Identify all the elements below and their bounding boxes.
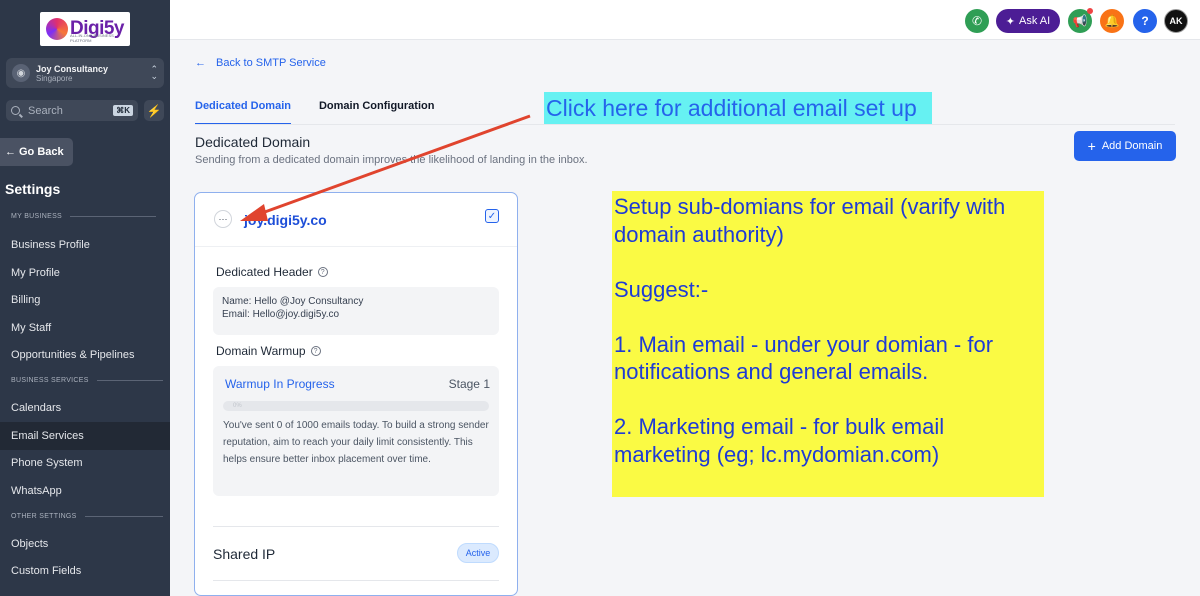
sidebar-item-business-profile[interactable]: Business Profile <box>0 231 170 259</box>
annotation-note: Setup sub-domians for email (varify with… <box>612 191 1044 497</box>
back-to-smtp-link[interactable]: ← Back to SMTP Service <box>195 57 326 69</box>
email-label: Email: <box>222 309 250 320</box>
back-link-label: Back to SMTP Service <box>216 57 326 69</box>
sidebar-item-objects[interactable]: Objects <box>0 530 170 558</box>
phone-button[interactable]: ✆ <box>965 9 989 33</box>
add-domain-button[interactable]: + Add Domain <box>1074 131 1176 161</box>
section-label-text: BUSINESS SERVICES <box>11 377 89 384</box>
ellipsis-icon: ··· <box>218 214 228 224</box>
tab-divider <box>195 124 1175 125</box>
info-icon[interactable]: ? <box>310 346 321 356</box>
ask-ai-button[interactable]: ✦ Ask AI <box>996 9 1060 33</box>
section-my-business: MY BUSINESS <box>11 213 157 220</box>
tab-dedicated-domain[interactable]: Dedicated Domain <box>195 99 291 125</box>
domain-warmup-label: Domain Warmup <box>216 344 306 358</box>
bell-icon: 🔔 <box>1104 14 1120 28</box>
sidebar-item-custom-fields[interactable]: Custom Fields <box>0 557 170 585</box>
dedicated-header-label: Dedicated Header <box>216 265 313 279</box>
top-bar: ✆ ✦ Ask AI 📢 🔔 ? AK <box>170 0 1200 40</box>
quick-actions-button[interactable]: ⚡ <box>144 100 164 121</box>
brand-logo[interactable]: Digi5y ALL-IN-ONE BUSINESS PLATFORM <box>40 12 130 46</box>
dedicated-header-box: Name: Hello @Joy Consultancy Email: Hell… <box>213 287 499 335</box>
status-badge: Active <box>457 543 499 563</box>
warmup-status: Warmup In Progress <box>225 377 335 391</box>
tab-domain-configuration[interactable]: Domain Configuration <box>319 99 435 125</box>
warmup-description: You've sent 0 of 1000 emails today. To b… <box>223 420 489 465</box>
arrow-left-icon: ← <box>5 146 16 158</box>
search-icon <box>11 106 20 115</box>
domain-card: ··· joy.digi5y.co ✓ Dedicated Header ? N… <box>194 192 518 596</box>
sidebar-item-opportunities[interactable]: Opportunities & Pipelines <box>0 341 170 369</box>
checkmark-icon: ✓ <box>487 210 497 222</box>
go-back-label: Go Back <box>19 146 64 158</box>
dedicated-header-heading: Dedicated Header ? <box>216 265 328 279</box>
domain-card-header: ··· joy.digi5y.co ✓ <box>195 193 517 247</box>
name-value: Hello @Joy Consultancy <box>254 296 364 307</box>
settings-title: Settings <box>5 181 61 197</box>
sidebar-item-email-services[interactable]: Email Services <box>0 422 170 450</box>
ask-ai-label: Ask AI <box>1019 15 1051 27</box>
sidebar-item-whatsapp[interactable]: WhatsApp <box>0 477 170 505</box>
domain-warmup-heading: Domain Warmup ? <box>216 344 321 358</box>
annotation-callout: Click here for additional email set up <box>544 92 932 124</box>
account-location: Singapore <box>36 73 73 83</box>
sparkle-icon: ✦ <box>1005 15 1016 28</box>
announcements-button[interactable]: 📢 <box>1068 8 1093 33</box>
phone-icon: ✆ <box>971 14 983 28</box>
tab-bar: Dedicated Domain Domain Configuration <box>195 99 434 125</box>
sidebar-item-billing[interactable]: Billing <box>0 286 170 314</box>
help-button[interactable]: ? <box>1133 9 1157 33</box>
header-email-line: Email: Hello@joy.digi5y.co <box>222 309 490 320</box>
sidebar: Digi5y ALL-IN-ONE BUSINESS PLATFORM ◉ Jo… <box>0 0 170 596</box>
user-avatar[interactable]: AK <box>1164 9 1188 33</box>
section-label-text: OTHER SETTINGS <box>11 513 77 520</box>
search-shortcut: ⌘K <box>113 105 133 116</box>
warmup-stage: Stage 1 <box>448 377 490 391</box>
logo-mark-icon <box>45 18 68 40</box>
notification-dot <box>1087 8 1093 14</box>
plus-icon: + <box>1087 138 1096 154</box>
shared-ip-label: Shared IP <box>213 546 276 562</box>
section-business-services: BUSINESS SERVICES <box>11 377 163 384</box>
sidebar-item-my-staff[interactable]: My Staff <box>0 314 170 342</box>
account-name: Joy Consultancy <box>36 63 109 74</box>
bolt-icon: ⚡ <box>146 103 162 118</box>
section-other-settings: OTHER SETTINGS <box>11 513 163 520</box>
warmup-progress-bar: 0% <box>223 401 489 411</box>
section-subtitle: Sending from a dedicated domain improves… <box>195 154 588 166</box>
sidebar-item-calendars[interactable]: Calendars <box>0 394 170 422</box>
sidebar-item-phone-system[interactable]: Phone System <box>0 449 170 477</box>
search-box[interactable]: Search ⌘K <box>6 100 138 121</box>
search-input[interactable]: Search <box>28 105 113 117</box>
arrow-left-icon: ← <box>195 57 206 69</box>
card-divider <box>213 580 499 581</box>
domain-checkbox[interactable]: ✓ <box>485 209 499 223</box>
sidebar-item-my-profile[interactable]: My Profile <box>0 259 170 287</box>
header-name-line: Name: Hello @Joy Consultancy <box>222 296 490 307</box>
account-avatar-icon: ◉ <box>12 64 30 82</box>
info-icon[interactable]: ? <box>317 267 328 277</box>
email-value: Hello@joy.digi5y.co <box>252 309 340 320</box>
brand-tagline: ALL-IN-ONE BUSINESS PLATFORM <box>70 33 114 43</box>
megaphone-icon: 📢 <box>1072 14 1088 28</box>
account-switcher[interactable]: ◉ Joy Consultancy Singapore ⌃ ⌄ <box>6 58 164 88</box>
name-label: Name: <box>222 296 252 307</box>
card-divider <box>213 526 499 527</box>
help-icon: ? <box>1141 14 1149 28</box>
warmup-box: Warmup In Progress Stage 1 0% You've sen… <box>213 366 499 496</box>
add-domain-label: Add Domain <box>1101 140 1163 152</box>
more-options-button[interactable]: ··· <box>214 210 232 228</box>
chevron-updown-icon: ⌃ ⌄ <box>150 64 158 81</box>
section-title: Dedicated Domain <box>195 134 311 150</box>
warmup-progress-label: 0% <box>233 403 242 409</box>
section-label-text: MY BUSINESS <box>11 213 63 220</box>
go-back-button[interactable]: ← Go Back <box>0 138 73 166</box>
notifications-button[interactable]: 🔔 <box>1100 9 1124 33</box>
avatar-initials: AK <box>1169 16 1183 26</box>
domain-name[interactable]: joy.digi5y.co <box>244 212 327 228</box>
